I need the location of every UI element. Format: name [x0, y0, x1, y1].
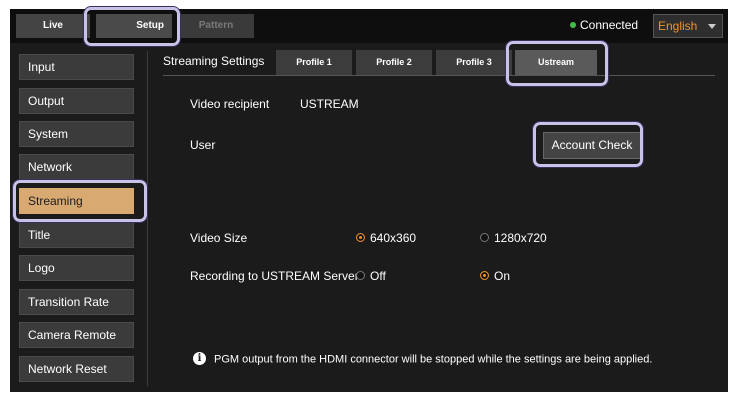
- info-text: PGM output from the HDMI connector will …: [214, 353, 653, 366]
- sidebar-item-input[interactable]: Input: [19, 54, 134, 80]
- radio-selected-icon: [480, 271, 489, 281]
- sidebar-item-title[interactable]: Title: [19, 222, 134, 248]
- tab-pattern: Pattern: [178, 14, 254, 38]
- sidebar-item-logo[interactable]: Logo: [19, 255, 134, 281]
- highlight-setup-tab: [83, 6, 181, 47]
- highlight-streaming-item: [12, 179, 148, 223]
- recording-label: Recording to USTREAM Server: [190, 269, 359, 283]
- radio-recording-on[interactable]: On: [480, 269, 510, 283]
- info-icon: i: [193, 352, 206, 365]
- radio-unselected-icon: [356, 271, 365, 281]
- tab-live[interactable]: Live: [16, 14, 90, 38]
- tab-profile-2[interactable]: Profile 2: [356, 50, 432, 75]
- status-text: Connected: [580, 18, 639, 32]
- radio-1280x720[interactable]: 1280x720: [480, 231, 547, 245]
- highlight-ustream-tab: [505, 40, 609, 87]
- tab-profile-3[interactable]: Profile 3: [436, 50, 512, 75]
- radio-unselected-icon: [480, 233, 489, 243]
- language-value: English: [658, 19, 698, 33]
- radio-on-label: On: [494, 269, 511, 283]
- language-select[interactable]: English: [653, 14, 723, 38]
- sidebar-item-transition-rate[interactable]: Transition Rate: [19, 289, 134, 315]
- sidebar-item-network-reset[interactable]: Network Reset: [19, 356, 134, 382]
- sidebar-divider: [147, 51, 148, 386]
- sidebar-item-camera-remote[interactable]: Camera Remote: [19, 322, 134, 348]
- section-title: Streaming Settings: [163, 54, 265, 68]
- chevron-down-icon: [708, 24, 716, 29]
- status-dot-icon: [570, 21, 576, 28]
- video-size-label: Video Size: [190, 231, 248, 245]
- radio-640x360-label: 640x360: [370, 231, 417, 245]
- radio-640x360[interactable]: 640x360: [356, 231, 416, 245]
- sidebar-item-system[interactable]: System: [19, 121, 134, 147]
- user-label: User: [190, 138, 216, 152]
- tab-underline: [163, 75, 715, 76]
- radio-off-label: Off: [370, 269, 386, 283]
- highlight-account-check: [532, 121, 644, 168]
- sidebar-item-network[interactable]: Network: [19, 154, 134, 180]
- radio-1280x720-label: 1280x720: [494, 231, 547, 245]
- video-recipient-label: Video recipient: [190, 97, 270, 111]
- connection-status: Connected: [570, 18, 638, 32]
- video-recipient-value: USTREAM: [300, 97, 359, 111]
- radio-selected-icon: [356, 233, 365, 243]
- tab-profile-1[interactable]: Profile 1: [276, 50, 352, 75]
- sidebar-item-output[interactable]: Output: [19, 88, 134, 114]
- info-message: i PGM output from the HDMI connector will…: [193, 352, 653, 366]
- radio-recording-off[interactable]: Off: [356, 269, 386, 283]
